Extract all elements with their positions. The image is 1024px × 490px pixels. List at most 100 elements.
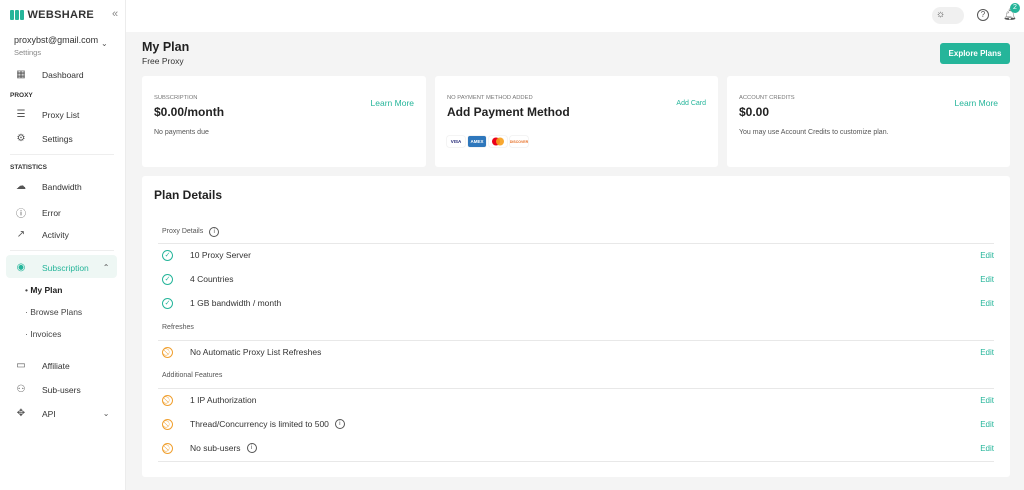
label: Proxy List: [42, 109, 80, 120]
edit-link[interactable]: Edit: [980, 444, 994, 453]
sidebar-item-dashboard[interactable]: ▦ Dashboard: [14, 69, 84, 80]
card-brands: VISA AMEX DISCOVER: [447, 136, 528, 147]
alert-circle-icon: ⓘ: [16, 209, 26, 220]
edit-link[interactable]: Edit: [980, 420, 994, 429]
label: No sub-users: [190, 443, 241, 453]
subscription-card: SUBSCRIPTION $0.00/month No payments due…: [142, 76, 426, 167]
label: Invoices: [30, 329, 62, 339]
label: No Automatic Proxy List Refreshes: [190, 347, 322, 357]
card-value: Add Payment Method: [447, 105, 570, 119]
list-icon: ☰: [16, 109, 26, 120]
plan-details-card: Plan Details Proxy Details i ✓ 10 Proxy Se…: [142, 176, 1010, 477]
learn-more-link[interactable]: Learn More: [955, 98, 998, 108]
label: Settings: [42, 133, 73, 144]
gift-icon: ▭: [16, 360, 26, 371]
label: Dashboard: [42, 69, 84, 80]
dashboard-icon: ▦: [16, 69, 26, 80]
sidebar-item-my-plan[interactable]: • My Plan: [25, 285, 62, 295]
collapse-sidebar-icon[interactable]: «: [112, 8, 118, 20]
sun-icon: ☼: [936, 9, 946, 20]
section-proxy-details: Proxy Details i: [162, 227, 220, 237]
label: 4 Countries: [190, 274, 234, 284]
payment-card: NO PAYMENT METHOD ADDED Add Payment Meth…: [435, 76, 718, 167]
page-title: My Plan: [142, 40, 190, 54]
sidebar-item-activity[interactable]: ↗ Activity: [14, 229, 69, 240]
cloud-icon: ☁: [16, 181, 26, 192]
sidebar-item-browse-plans[interactable]: · Browse Plans: [25, 307, 82, 317]
plan-row: ⃠ No Automatic Proxy List Refreshes Edit: [162, 345, 994, 359]
account-menu[interactable]: proxybst@gmail.com Settings: [14, 35, 98, 57]
sidebar: WEBSHARE « proxybst@gmail.com Settings ⌄ …: [0, 0, 126, 490]
explore-plans-button[interactable]: Explore Plans: [940, 43, 1010, 64]
card-value: $0.00: [739, 105, 770, 119]
info-icon[interactable]: i: [246, 443, 257, 453]
plan-row: ⃠ No sub-users i Edit: [162, 441, 994, 455]
section-additional-features: Additional Features: [162, 372, 223, 379]
theme-toggle[interactable]: ☼: [932, 7, 964, 24]
credits-card: ACCOUNT CREDITS $0.00 You may use Accoun…: [727, 76, 1010, 167]
account-settings-link[interactable]: Settings: [14, 48, 98, 57]
divider: [158, 461, 994, 462]
ban-icon: ⃠: [162, 418, 173, 430]
logo[interactable]: WEBSHARE: [10, 9, 94, 21]
check-circle-icon: ✓: [162, 249, 173, 261]
chevron-down-icon: ⌄: [102, 409, 110, 418]
label: Error: [42, 207, 61, 218]
notification-badge: 2: [1010, 3, 1020, 13]
account-email: proxybst@gmail.com: [14, 35, 99, 45]
info-icon[interactable]: i: [334, 419, 345, 429]
chevron-down-icon[interactable]: ⌄: [101, 39, 108, 48]
label: 1 IP Authorization: [190, 395, 257, 405]
label: 1 GB bandwidth / month: [190, 298, 282, 308]
sidebar-item-subscription[interactable]: ◉ Subscription ⌃: [14, 262, 110, 273]
chevron-up-icon: ⌃: [102, 263, 110, 272]
card-label: ACCOUNT CREDITS: [739, 95, 795, 101]
divider: [10, 154, 114, 155]
label: Affiliate: [42, 360, 70, 371]
topbar: [126, 0, 1024, 32]
check-circle-icon: ✓: [162, 273, 173, 285]
mastercard-icon: [489, 136, 507, 147]
sidebar-item-sub-users[interactable]: ⚇ Sub-users: [14, 384, 81, 395]
section-refreshes: Refreshes: [162, 324, 194, 331]
plan-row: ⃠ 1 IP Authorization Edit: [162, 393, 994, 407]
info-icon[interactable]: i: [209, 227, 220, 237]
sidebar-item-invoices[interactable]: · Invoices: [25, 329, 61, 339]
edit-link[interactable]: Edit: [980, 396, 994, 405]
label: Thread/Concurrency is limited to 500: [190, 419, 329, 429]
logo-icon: [10, 10, 24, 20]
api-icon: ✥: [16, 408, 26, 419]
plan-row: ✓ 10 Proxy Server Edit: [162, 248, 994, 262]
sidebar-item-affiliate[interactable]: ▭ Affiliate: [14, 360, 70, 371]
learn-more-link[interactable]: Learn More: [371, 98, 414, 108]
card-label: NO PAYMENT METHOD ADDED: [447, 95, 533, 101]
edit-link[interactable]: Edit: [980, 251, 994, 260]
card-label: SUBSCRIPTION: [154, 95, 198, 101]
sidebar-item-api[interactable]: ✥ API ⌄: [14, 408, 110, 419]
divider: [158, 243, 994, 244]
label: Subscription: [42, 262, 89, 273]
edit-link[interactable]: Edit: [980, 299, 994, 308]
sidebar-item-bandwidth[interactable]: ☁ Bandwidth: [14, 181, 82, 192]
card-note: No payments due: [154, 129, 209, 136]
sidebar-item-settings[interactable]: ⚙ Settings: [14, 133, 73, 144]
divider: [10, 250, 114, 251]
plan-row: ✓ 1 GB bandwidth / month Edit: [162, 296, 994, 310]
sidebar-item-proxy-list[interactable]: ☰ Proxy List: [14, 109, 80, 120]
check-circle-icon: ✓: [162, 297, 173, 309]
user-circle-icon: ◉: [16, 262, 26, 273]
ban-icon: ⃠: [162, 346, 173, 358]
plan-row: ⃠ Thread/Concurrency is limited to 500 i Ed…: [162, 417, 994, 431]
ban-icon: ⃠: [162, 394, 173, 406]
add-card-link[interactable]: Add Card: [676, 100, 706, 107]
visa-icon: VISA: [447, 136, 465, 147]
brand-name: WEBSHARE: [27, 9, 95, 21]
help-icon[interactable]: ?: [977, 9, 989, 21]
sidebar-item-error[interactable]: ⓘ Error: [14, 205, 61, 221]
label: My Plan: [30, 285, 63, 295]
divider: [158, 388, 994, 389]
users-icon: ⚇: [16, 384, 26, 395]
edit-link[interactable]: Edit: [980, 348, 994, 357]
plan-details-title: Plan Details: [154, 188, 223, 202]
edit-link[interactable]: Edit: [980, 275, 994, 284]
